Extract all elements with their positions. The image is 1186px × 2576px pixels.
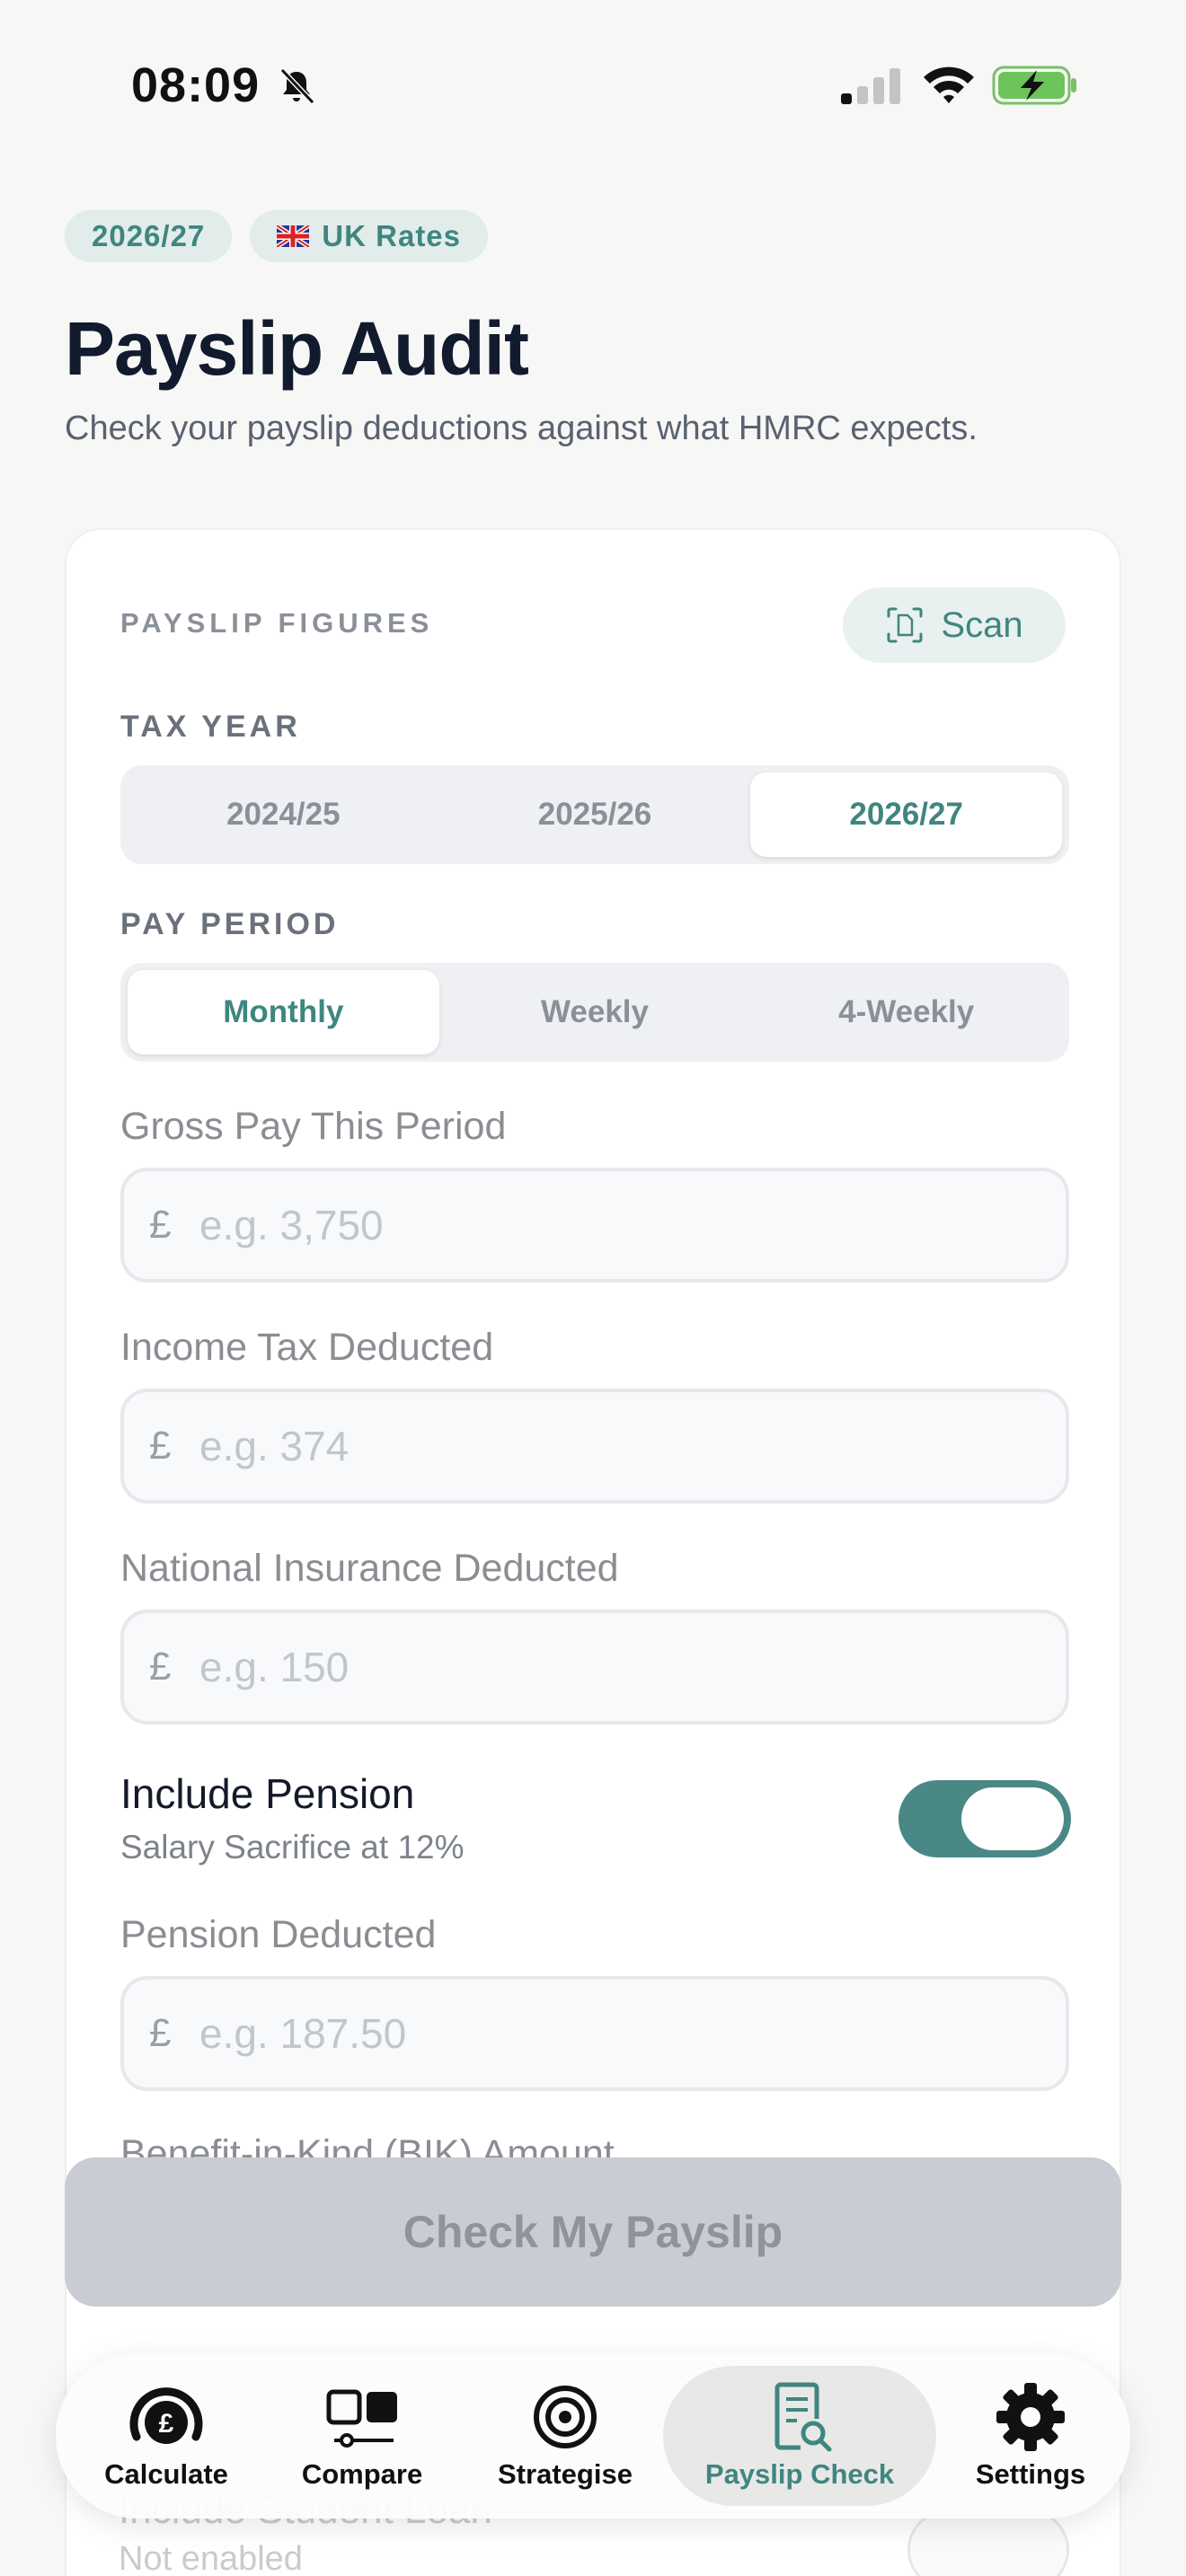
currency-symbol: £: [149, 1203, 172, 1247]
pension-deducted-input[interactable]: [199, 2009, 1008, 2058]
currency-symbol: £: [149, 2011, 172, 2055]
pay-period-option-monthly[interactable]: Monthly: [128, 970, 439, 1054]
student-loan-subtitle: Not enabled: [119, 2540, 303, 2576]
tab-payslip-check-label: Payslip Check: [704, 2458, 895, 2490]
tab-settings[interactable]: Settings: [945, 2353, 1116, 2519]
compare-icon: [326, 2389, 397, 2448]
cellular-signal-icon: [841, 68, 900, 104]
include-pension-title: Include Pension: [120, 1770, 415, 1817]
tab-payslip-check[interactable]: Payslip Check: [663, 2366, 936, 2506]
student-loan-toggle[interactable]: [907, 2510, 1069, 2576]
tax-year-chip: 2026/27: [65, 210, 233, 262]
pension-deducted-field: £: [120, 1976, 1069, 2091]
tab-strategise[interactable]: Strategise: [471, 2353, 659, 2519]
income-tax-field: £: [120, 1389, 1069, 1504]
gross-pay-label: Gross Pay This Period: [120, 1105, 507, 1148]
pay-period-segmented: Monthly Weekly 4-Weekly: [120, 963, 1069, 1062]
tab-calculate[interactable]: £ Calculate: [81, 2353, 252, 2519]
scan-document-icon: [887, 607, 923, 643]
currency-symbol: £: [149, 1424, 172, 1468]
page-title: Payslip Audit: [65, 306, 529, 391]
income-tax-label: Income Tax Deducted: [120, 1326, 494, 1369]
payslip-search-icon: [774, 2382, 832, 2452]
pay-period-label: PAY PERIOD: [120, 907, 340, 941]
scan-button-label: Scan: [941, 604, 1023, 645]
gear-icon: [996, 2383, 1065, 2451]
currency-symbol: £: [149, 1645, 172, 1689]
uk-flag-icon: [277, 225, 310, 247]
gross-pay-input[interactable]: [199, 1201, 1008, 1249]
uk-rates-chip: UK Rates: [250, 210, 489, 262]
scan-button[interactable]: Scan: [843, 587, 1066, 663]
include-pension-toggle[interactable]: [898, 1780, 1071, 1857]
tax-year-option-2026-27[interactable]: 2026/27: [750, 772, 1063, 857]
tax-year-option-2024-25[interactable]: 2024/25: [128, 772, 439, 857]
gross-pay-field: £: [120, 1168, 1069, 1283]
tab-calculate-label: Calculate: [104, 2458, 228, 2490]
tab-compare[interactable]: Compare: [268, 2353, 456, 2519]
check-payslip-button[interactable]: Check My Payslip: [65, 2157, 1121, 2307]
svg-text:£: £: [159, 2409, 174, 2439]
header-chips: 2026/27 UK Rates: [65, 210, 489, 262]
battery-charging-icon: [992, 66, 1076, 105]
tab-compare-label: Compare: [301, 2458, 423, 2490]
target-icon: [534, 2386, 597, 2448]
tax-year-segmented: 2024/25 2025/26 2026/27: [120, 765, 1069, 864]
national-insurance-input[interactable]: [199, 1643, 1008, 1691]
wifi-icon: [924, 66, 974, 103]
income-tax-input[interactable]: [199, 1422, 1008, 1470]
tax-year-option-2025-26[interactable]: 2025/26: [439, 772, 751, 857]
toggle-knob: [961, 1787, 1064, 1850]
pension-deducted-label: Pension Deducted: [120, 1913, 437, 1956]
tax-year-label: TAX YEAR: [120, 710, 301, 744]
pay-period-option-4-weekly[interactable]: 4-Weekly: [750, 970, 1062, 1054]
tax-year-chip-label: 2026/27: [92, 219, 206, 252]
include-pension-subtitle: Salary Sacrifice at 12%: [120, 1829, 465, 1866]
bell-muted-icon: [279, 67, 315, 105]
gauge-pound-icon: £: [129, 2387, 203, 2444]
pay-period-option-weekly[interactable]: Weekly: [439, 970, 751, 1054]
status-time: 08:09: [131, 58, 261, 112]
section-label: PAYSLIP FIGURES: [120, 607, 434, 639]
uk-rates-chip-label: UK Rates: [322, 219, 462, 252]
national-insurance-label: National Insurance Deducted: [120, 1547, 619, 1590]
tab-bar: £ Calculate Compare Strategise Payslip C…: [56, 2353, 1130, 2519]
status-bar: 08:09: [0, 0, 1186, 171]
tab-strategise-label: Strategise: [498, 2458, 633, 2490]
national-insurance-field: £: [120, 1610, 1069, 1725]
page-subtitle: Check your payslip deductions against wh…: [65, 410, 978, 447]
tab-settings-label: Settings: [975, 2458, 1086, 2490]
